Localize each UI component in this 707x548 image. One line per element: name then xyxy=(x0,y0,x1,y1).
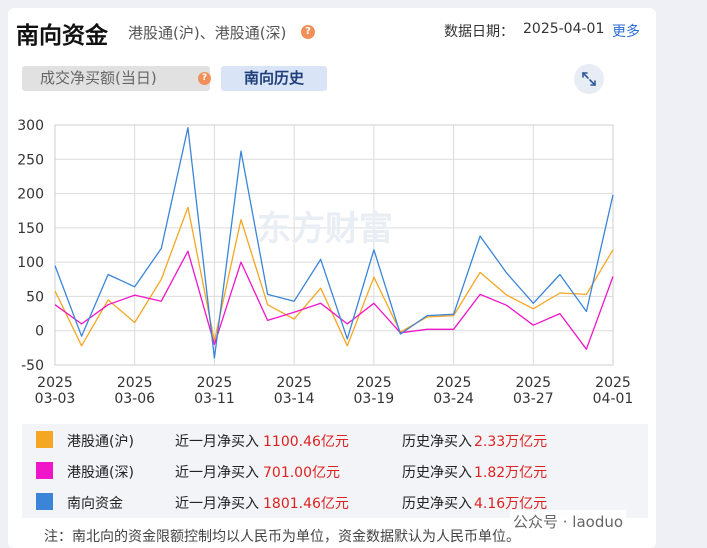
legend-hist-label: 历史净买入 xyxy=(402,465,472,481)
x-tick-date: 03-24 xyxy=(433,391,474,407)
legend-box: 港股通(沪) 近一月净买入 1100.46亿元 历史净买入 2.33万亿元 港股… xyxy=(22,424,648,518)
legend-name: 港股通(沪) xyxy=(67,434,134,450)
legend-name: 港股通(深) xyxy=(67,465,134,481)
x-tick-date: 03-11 xyxy=(194,391,235,407)
y-tick-label: 150 xyxy=(17,221,44,237)
y-tick-label: 200 xyxy=(17,187,44,203)
y-axis: 300 250 200 150 100 50 0 -50 xyxy=(17,118,44,374)
y-tick-label: 300 xyxy=(17,118,44,134)
legend-name: 南向资金 xyxy=(67,496,123,512)
x-tick-year: 2025 xyxy=(37,375,73,391)
legend-hist-label: 历史净买入 xyxy=(402,496,472,512)
x-tick-year: 2025 xyxy=(117,375,153,391)
y-tick-label: -50 xyxy=(21,358,44,374)
y-tick-label: 250 xyxy=(17,152,44,168)
x-tick-date: 03-03 xyxy=(35,391,76,407)
chart-watermark: 东方财富 xyxy=(257,209,393,249)
x-tick-year: 2025 xyxy=(515,375,551,391)
legend-month-value: 701.00亿元 xyxy=(263,465,340,481)
legend-month-value: 1100.46亿元 xyxy=(263,434,349,450)
legend-swatch xyxy=(36,431,53,448)
legend-row: 港股通(沪) 近一月净买入 1100.46亿元 历史净买入 2.33万亿元 xyxy=(22,425,648,455)
legend-swatch xyxy=(36,462,53,479)
x-tick-date: 03-19 xyxy=(354,391,395,407)
x-tick-year: 2025 xyxy=(276,375,312,391)
legend-row: 港股通(深) 近一月净买入 701.00亿元 历史净买入 1.82万亿元 xyxy=(22,456,648,486)
legend-hist-value: 1.82万亿元 xyxy=(474,465,548,481)
legend-swatch xyxy=(36,493,53,510)
attribution-watermark: 公众号 · laoduo xyxy=(510,510,627,533)
x-tick-date: 03-14 xyxy=(274,391,315,407)
legend-month-label: 近一月净买入 xyxy=(175,496,259,512)
x-tick-date: 03-06 xyxy=(114,391,155,407)
legend-month-label: 近一月净买入 xyxy=(175,465,259,481)
x-tick-year: 2025 xyxy=(436,375,472,391)
y-tick-label: 0 xyxy=(35,324,44,340)
x-tick-year: 2025 xyxy=(595,375,631,391)
footnote: 注：南北向的资金限额控制均以人民币为单位，资金数据默认为人民币单位。 xyxy=(44,529,520,545)
legend-month-value: 1801.46亿元 xyxy=(263,496,349,512)
x-tick-year: 2025 xyxy=(197,375,233,391)
x-tick-date: 04-01 xyxy=(593,391,634,407)
x-tick-year: 2025 xyxy=(356,375,392,391)
y-tick-label: 100 xyxy=(17,255,44,271)
legend-hist-label: 历史净买入 xyxy=(402,434,472,450)
x-axis: 202503-03202503-06202503-11202503-142025… xyxy=(35,375,634,407)
legend-hist-value: 2.33万亿元 xyxy=(474,434,548,450)
legend-month-label: 近一月净买入 xyxy=(175,434,259,450)
x-tick-date: 03-27 xyxy=(513,391,554,407)
y-tick-label: 50 xyxy=(26,289,44,305)
